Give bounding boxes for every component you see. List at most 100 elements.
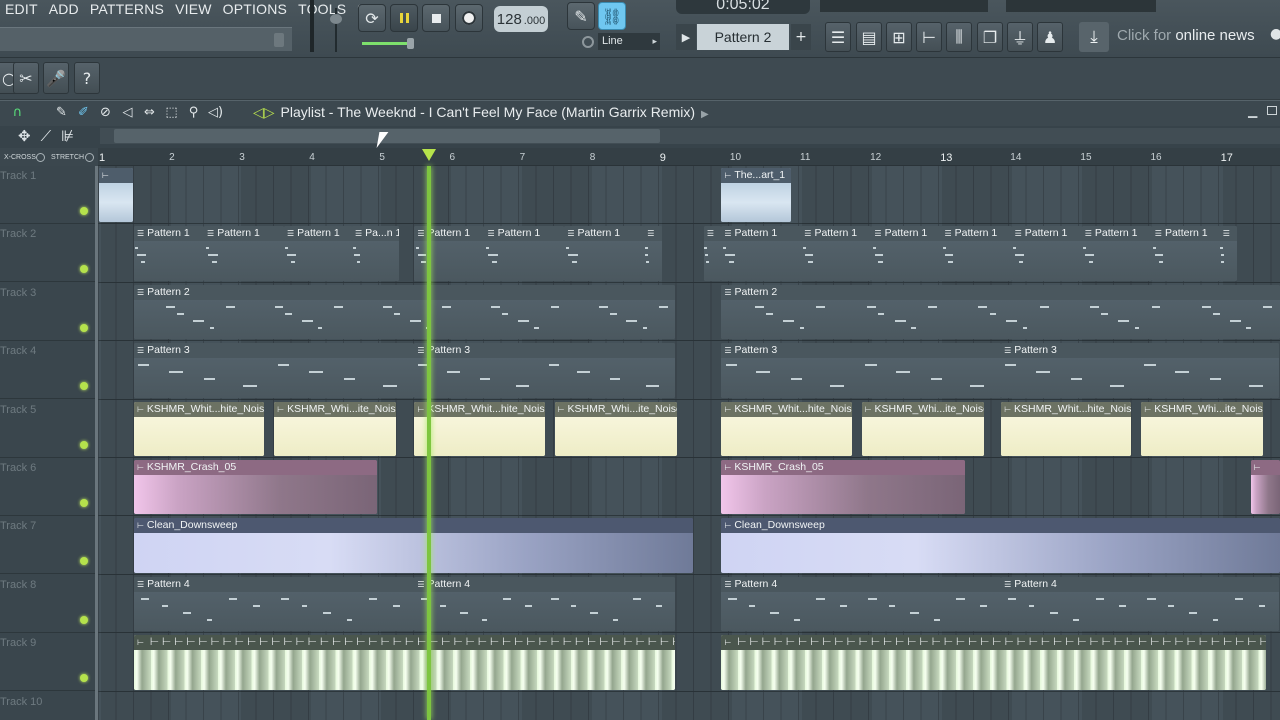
master-volume-slider[interactable] — [310, 0, 314, 52]
playlist-clip[interactable]: ☰ Pattern 1 — [941, 226, 1012, 281]
playlist-clip[interactable]: ☰ Pattern 4 — [414, 576, 676, 632]
clip-header[interactable]: ⊢ — [1250, 460, 1280, 475]
playlist-clip[interactable]: ⊢ The...art_1 — [721, 168, 792, 223]
clip-header[interactable]: ☰ Pattern 4 — [1001, 576, 1280, 592]
main-swing-slider[interactable] — [362, 38, 414, 49]
pattern-icon[interactable]: ☰ — [1004, 580, 1011, 589]
playlist-clip[interactable]: ⊢ KSHMR_Whit...hite_Noise — [414, 401, 546, 456]
zoom-fit-icon[interactable]: ✥ — [18, 127, 31, 145]
clip-header[interactable]: ☰ Pattern 1 — [871, 226, 942, 242]
pattern-icon[interactable]: ☰ — [1223, 229, 1230, 238]
audio-clip-icon[interactable]: ⊢ — [137, 521, 144, 530]
song-position-display[interactable]: 0:05:02 — [676, 0, 810, 14]
playlist-clip[interactable]: ☰ Pattern 1 — [1011, 226, 1082, 281]
magnet-icon[interactable]: ∩ — [8, 104, 27, 122]
playlist-clip[interactable]: ☰ — [1219, 226, 1237, 281]
clip-header[interactable]: ☰ Pattern 4 — [133, 576, 414, 592]
playlist-clip[interactable]: ⊢ ⊢⊢⊢⊢⊢⊢⊢⊢⊢⊢⊢⊢⊢⊢⊢⊢⊢⊢⊢⊢⊢⊢⊢⊢⊢⊢⊢⊢⊢⊢⊢⊢⊢⊢⊢⊢⊢⊢⊢… — [721, 635, 1267, 690]
audio-clip-icon[interactable]: ⊢ — [102, 171, 109, 180]
clip-header[interactable]: ⊢ Clean_Downsweep — [721, 518, 1280, 534]
clip-header[interactable]: ☰ Pattern 1 — [721, 226, 802, 242]
pattern-icon[interactable]: ☰ — [137, 580, 144, 589]
track-mute-led[interactable] — [80, 499, 88, 507]
pattern-selector[interactable]: Pattern 2 — [697, 24, 789, 50]
clip-header[interactable]: ☰ Pattern 3 — [414, 343, 676, 359]
pattern-prev-button[interactable]: ▶ — [676, 24, 696, 50]
speaker-icon[interactable]: ◁▷ — [253, 104, 275, 120]
playlist-grid[interactable]: ⊢ ⊢ The...art_1 ☰ Pattern 1 ☰ Pattern 1 ☰ Patter… — [98, 166, 1280, 720]
track-mute-led[interactable] — [80, 382, 88, 391]
playlist-clip[interactable]: ☰ Pattern 2 — [133, 284, 676, 340]
track-header[interactable]: Track 5 — [0, 400, 95, 458]
audio-clip-icon[interactable]: ⊢ — [137, 638, 147, 647]
loop-mode-button[interactable]: ⟳ — [358, 4, 386, 32]
track-header[interactable]: Track 1 — [0, 166, 95, 224]
playlist-clip[interactable]: ☰ Pattern 1 — [484, 226, 565, 281]
playlist-clip[interactable]: ⊢ KSHMR_Whi...ite_Noise — [274, 401, 397, 456]
audio-clip-icon[interactable]: ⊢ — [137, 405, 144, 414]
playlist-clip[interactable]: ⊢ KSHMR_Whi...ite_Noise — [554, 401, 677, 456]
pattern-icon[interactable]: ☰ — [724, 288, 731, 297]
download-news-button[interactable]: ⤓ — [1079, 22, 1109, 52]
pattern-icon[interactable]: ☰ — [137, 346, 144, 355]
maximize-button[interactable] — [1267, 106, 1277, 115]
stretch-toggle[interactable] — [85, 153, 94, 162]
track-mute-led[interactable] — [80, 557, 88, 566]
playlist-clip[interactable]: ⊢ — [98, 168, 133, 223]
cut-tool-button[interactable]: ✂ — [13, 62, 39, 94]
clip-header[interactable]: ☰ Pattern 3 — [133, 343, 414, 359]
track-header[interactable]: Track 3 — [0, 283, 95, 341]
audio-clip-icon[interactable]: ⊢ — [724, 638, 734, 647]
pattern-icon[interactable]: ☰ — [487, 229, 494, 238]
mixer-button[interactable]: ⫼ — [946, 22, 972, 52]
clip-header[interactable]: ☰ Pattern 4 — [414, 576, 676, 592]
clip-header[interactable]: ⊢ Clean_Downsweep — [133, 518, 693, 534]
playlist-clip[interactable]: ⊢ KSHMR_Whit...hite_Noise — [721, 401, 852, 456]
audio-clip-icon[interactable]: ⊢ — [1004, 405, 1011, 414]
playlist-clip[interactable]: ⊢ KSHMR_Crash_05 — [721, 460, 965, 515]
clip-header[interactable]: ⊢ KSHMR_Whit...hite_Noise — [1001, 401, 1132, 417]
clip-header[interactable]: ⊢ KSHMR_Whit...hite_Noise — [721, 401, 852, 417]
playlist-clip[interactable]: ☰ Pattern 1 — [1081, 226, 1152, 281]
playback-tool-icon[interactable]: ◁) — [206, 104, 225, 122]
pattern-icon[interactable]: ☰ — [137, 288, 144, 297]
record-button[interactable] — [455, 4, 483, 32]
piano-roll-button[interactable]: ▤ — [856, 22, 882, 52]
menu-add[interactable]: ADD — [44, 0, 85, 22]
clip-header[interactable]: ☰ Pattern 1 — [564, 226, 645, 242]
help-button[interactable]: ? — [74, 62, 100, 94]
pattern-icon[interactable]: ☰ — [707, 229, 714, 238]
clip-header[interactable]: ☰ Pattern 1 — [1011, 226, 1082, 242]
playlist-clip[interactable]: ⊢ Clean_Downsweep — [721, 518, 1280, 573]
clip-header[interactable]: ⊢ — [98, 168, 133, 183]
playlist-clip[interactable]: ⊢ KSHMR_Crash_05 — [133, 460, 378, 515]
pattern-icon[interactable]: ☰ — [567, 229, 574, 238]
menu-edit[interactable]: EDIT — [0, 0, 44, 22]
clip-header[interactable]: ⊢ KSHMR_Crash_05 — [721, 460, 965, 475]
minimize-button[interactable]: ▁ — [1248, 104, 1257, 118]
clip-header[interactable]: ⊢ KSHMR_Whi...ite_Noise — [554, 401, 677, 417]
clip-header[interactable]: ⊢ ⊢⊢⊢⊢⊢⊢⊢⊢⊢⊢⊢⊢⊢⊢⊢⊢⊢⊢⊢⊢⊢⊢⊢⊢⊢⊢⊢⊢⊢⊢⊢⊢⊢⊢⊢⊢⊢⊢⊢… — [721, 635, 1267, 651]
pattern-icon[interactable]: ☰ — [724, 229, 731, 238]
record-audio-button[interactable]: 🎤 — [43, 62, 69, 94]
select-tool-icon[interactable]: ⬚ — [162, 104, 181, 122]
pattern-icon[interactable]: ☰ — [1004, 346, 1011, 355]
playlist-clip[interactable]: ☰ Pattern 4 — [133, 576, 414, 632]
menu-view[interactable]: VIEW — [170, 0, 218, 22]
audio-clip-icon[interactable]: ⊢ — [1144, 405, 1151, 414]
pattern-icon[interactable]: ☰ — [137, 229, 144, 238]
audio-clip-icon[interactable]: ⊢ — [417, 405, 424, 414]
playlist-clip[interactable]: ☰ Pattern 1 — [1151, 226, 1220, 281]
draw-tool-button[interactable]: ✎ — [567, 2, 595, 30]
track-header[interactable]: Track 6 — [0, 458, 95, 516]
menu-tools[interactable]: TOOLS — [293, 0, 352, 22]
delete-tool-icon[interactable]: ⊘ — [96, 104, 115, 122]
pencil-tool-icon[interactable]: ✎ — [52, 104, 71, 122]
menu-options[interactable]: OPTIONS — [218, 0, 293, 22]
zoom-tool-icon[interactable]: ⚲ — [184, 104, 203, 122]
clip-header[interactable]: ⊢ KSHMR_Whit...hite_Noise — [133, 401, 265, 417]
playlist-clip[interactable]: ☰ Pattern 1 — [283, 226, 352, 281]
playlist-window-button[interactable]: ☰ — [825, 22, 851, 52]
playlist-clip[interactable]: ☰ Pattern 3 — [1001, 343, 1280, 398]
audio-clip-icon[interactable]: ⊢ — [1254, 463, 1261, 472]
